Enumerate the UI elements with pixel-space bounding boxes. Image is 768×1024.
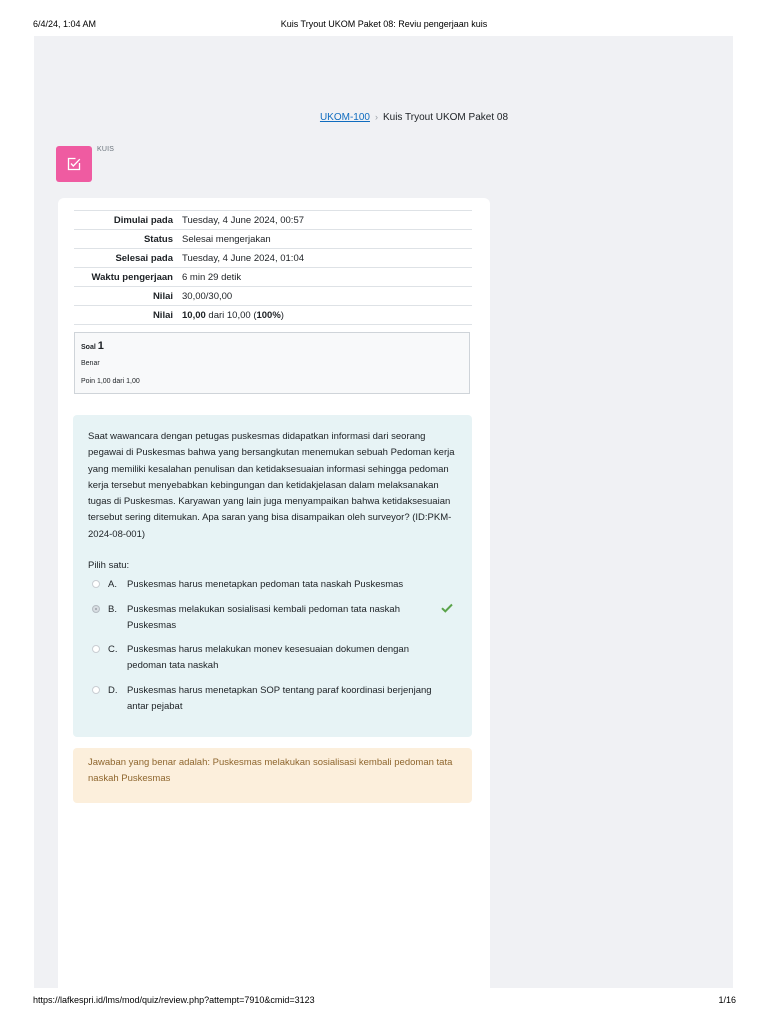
quiz-icon: [56, 146, 92, 182]
check-icon: [441, 603, 453, 613]
grade-close: ): [280, 309, 284, 321]
print-page-number: 1/16: [718, 995, 736, 1005]
summary-value: Tuesday, 4 June 2024, 01:04: [178, 248, 472, 268]
print-title: Kuis Tryout UKOM Paket 08: Reviu pengerj…: [280, 19, 488, 29]
answer-text: Puskesmas harus menetapkan SOP tentang p…: [127, 685, 432, 712]
breadcrumb: UKOM-100 › Kuis Tryout UKOM Paket 08: [0, 112, 768, 123]
summary-label: Nilai: [74, 305, 178, 325]
summary-value: Tuesday, 4 June 2024, 00:57: [178, 210, 472, 230]
summary-value: Selesai mengerjakan: [178, 229, 472, 249]
summary-label: Waktu pengerjaan: [74, 267, 178, 287]
breadcrumb-current: Kuis Tryout UKOM Paket 08: [382, 112, 509, 123]
correct-answer-feedback: Jawaban yang benar adalah: Puskesmas mel…: [73, 748, 472, 803]
question-label: Soal: [81, 344, 96, 351]
summary-row: Status Selesai mengerjakan: [74, 229, 472, 249]
question-number-value: 1: [97, 340, 104, 352]
summary-label: Nilai: [74, 286, 178, 306]
print-header: 6/4/24, 1:04 AM Kuis Tryout UKOM Paket 0…: [0, 0, 768, 36]
feedback-text: Jawaban yang benar adalah: Puskesmas mel…: [88, 757, 453, 784]
print-url: https://lafkespri.id/lms/mod/quiz/review…: [33, 995, 315, 1005]
answer-letter: D.: [108, 685, 118, 696]
radio-button[interactable]: [92, 645, 100, 653]
question-text: Saat wawancara dengan petugas puskesmas …: [88, 431, 455, 540]
grade-value: 10,00: [182, 309, 206, 321]
summary-row: Dimulai pada Tuesday, 4 June 2024, 00:57: [74, 210, 472, 230]
answer-letter: C.: [108, 644, 118, 655]
question-number: Soal 1: [81, 340, 104, 352]
question-info: Soal 1 Benar Poin 1,00 dari 1,00: [74, 332, 470, 394]
module-label: KUIS: [97, 146, 115, 153]
summary-label: Dimulai pada: [74, 210, 178, 230]
answer-text: Puskesmas melakukan sosialisasi kembali …: [127, 604, 400, 631]
answer-prompt: Pilih satu:: [88, 560, 130, 571]
question-state: Benar: [81, 360, 100, 367]
summary-label: Status: [74, 229, 178, 249]
answer-letter: A.: [108, 579, 117, 590]
breadcrumb-separator: ›: [374, 112, 378, 122]
radio-button-checked[interactable]: [92, 605, 100, 613]
breadcrumb-course-link[interactable]: UKOM-100: [320, 112, 370, 123]
answer-text: Puskesmas harus menetapkan pedoman tata …: [127, 579, 404, 590]
summary-value: 10,00 dari 10,00 (100%): [178, 305, 472, 325]
print-footer: https://lafkespri.id/lms/mod/quiz/review…: [0, 992, 768, 1024]
summary-row: Selesai pada Tuesday, 4 June 2024, 01:04: [74, 248, 472, 268]
summary-value: 30,00/30,00: [178, 286, 472, 306]
grade-percent: 100%: [256, 309, 281, 321]
attempt-summary-table: Dimulai pada Tuesday, 4 June 2024, 00:57…: [74, 210, 472, 325]
summary-row: Nilai 10,00 dari 10,00 (100%): [74, 305, 472, 325]
summary-label: Selesai pada: [74, 248, 178, 268]
radio-button[interactable]: [92, 686, 100, 694]
answer-text: Puskesmas harus melakukan monev kesesuai…: [127, 644, 409, 671]
summary-row: Waktu pengerjaan 6 min 29 detik: [74, 267, 472, 287]
summary-value: 6 min 29 detik: [178, 267, 472, 287]
summary-row: Nilai 30,00/30,00: [74, 286, 472, 306]
answer-letter: B.: [108, 604, 117, 615]
question-grade: Poin 1,00 dari 1,00: [81, 378, 140, 385]
grade-max: dari 10,00 (: [205, 309, 257, 321]
radio-button[interactable]: [92, 580, 100, 588]
